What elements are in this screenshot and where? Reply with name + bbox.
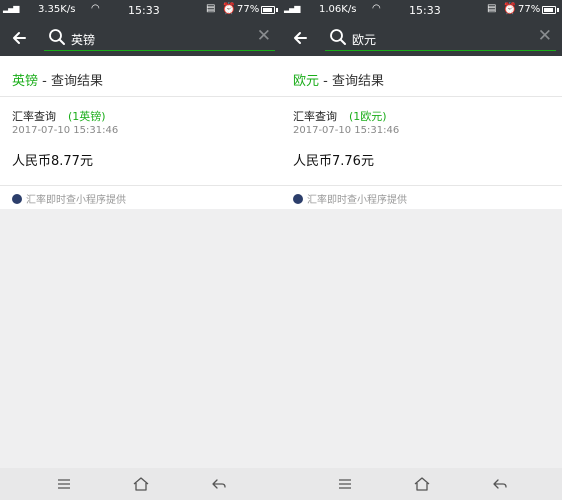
battery-icon xyxy=(542,6,556,14)
provider-text: 汇率即时查小程序提供 xyxy=(307,195,407,206)
notification-icon: ▤ xyxy=(487,3,497,14)
close-icon[interactable]: ✕ xyxy=(538,27,552,45)
notification-icon: ▤ xyxy=(206,3,216,14)
navigation-bar xyxy=(281,468,562,500)
back-button[interactable] xyxy=(6,25,32,51)
divider xyxy=(281,96,562,97)
menu-icon[interactable] xyxy=(54,474,74,494)
divider xyxy=(0,185,281,186)
card-tag: (1欧元) xyxy=(349,110,387,123)
provider-attribution[interactable]: 汇率即时查小程序提供 xyxy=(293,191,407,206)
search-input[interactable]: 英镑 ✕ xyxy=(44,24,275,51)
card-title: 汇率查询 xyxy=(293,110,337,123)
search-header: 英镑 ✕ xyxy=(0,20,281,56)
provider-logo-icon xyxy=(293,194,303,204)
home-icon[interactable] xyxy=(131,474,151,494)
screens-container: ▂▄▆ 3.35K/s ◠ 15:33 ▤ ⏰ 77% 英镑 ✕ 英镑 - 查询… xyxy=(0,0,562,500)
result-keyword: 英镑 xyxy=(12,74,39,89)
rate-value: 人民币7.76元 xyxy=(293,154,374,169)
back-icon[interactable] xyxy=(209,474,229,494)
result-title-suffix: - 查询结果 xyxy=(319,74,384,89)
rate-card-header[interactable]: 汇率查询 (1欧元) xyxy=(293,108,387,124)
back-icon[interactable] xyxy=(490,474,510,494)
phone-screen-left: ▂▄▆ 3.35K/s ◠ 15:33 ▤ ⏰ 77% 英镑 ✕ 英镑 - 查询… xyxy=(0,0,281,500)
alarm-icon: ⏰ xyxy=(503,2,517,15)
battery-percent: 77% xyxy=(518,4,541,15)
search-input[interactable]: 欧元 ✕ xyxy=(325,24,556,51)
divider xyxy=(281,185,562,186)
signal-icon: ▂▄▆ xyxy=(3,4,20,13)
divider xyxy=(0,96,281,97)
rate-value: 人民币8.77元 xyxy=(12,154,93,169)
result-panel: 欧元 - 查询结果 汇率查询 (1欧元) 2017-07-10 15:31:46 … xyxy=(281,56,562,209)
navigation-bar xyxy=(0,468,281,500)
battery-icon xyxy=(261,6,275,14)
signal-icon: ▂▄▆ xyxy=(284,4,301,13)
alarm-icon: ⏰ xyxy=(222,2,236,15)
card-title: 汇率查询 xyxy=(12,110,56,123)
search-query: 欧元 xyxy=(352,33,377,47)
result-keyword: 欧元 xyxy=(293,74,320,89)
result-title-suffix: - 查询结果 xyxy=(38,74,103,89)
search-header: 欧元 ✕ xyxy=(281,20,562,56)
card-timestamp: 2017-07-10 15:31:46 xyxy=(12,125,119,136)
status-time: 15:33 xyxy=(409,4,441,17)
wifi-icon: ◠ xyxy=(91,3,100,14)
rate-card-header[interactable]: 汇率查询 (1英镑) xyxy=(12,108,106,124)
wifi-icon: ◠ xyxy=(372,3,381,14)
status-bar: ▂▄▆ 3.35K/s ◠ 15:33 ▤ ⏰ 77% xyxy=(0,0,281,20)
search-query: 英镑 xyxy=(71,33,96,47)
card-timestamp: 2017-07-10 15:31:46 xyxy=(293,125,400,136)
search-icon xyxy=(330,29,346,45)
menu-icon[interactable] xyxy=(335,474,355,494)
home-icon[interactable] xyxy=(412,474,432,494)
battery-percent: 77% xyxy=(237,4,260,15)
provider-attribution[interactable]: 汇率即时查小程序提供 xyxy=(12,191,126,206)
close-icon[interactable]: ✕ xyxy=(257,27,271,45)
status-bar: ▂▄▆ 1.06K/s ◠ 15:33 ▤ ⏰ 77% xyxy=(281,0,562,20)
status-time: 15:33 xyxy=(128,4,160,17)
arrow-left-icon xyxy=(13,32,26,44)
result-panel: 英镑 - 查询结果 汇率查询 (1英镑) 2017-07-10 15:31:46 … xyxy=(0,56,281,209)
provider-text: 汇率即时查小程序提供 xyxy=(26,195,126,206)
provider-logo-icon xyxy=(12,194,22,204)
card-tag: (1英镑) xyxy=(68,110,106,123)
result-title: 英镑 - 查询结果 xyxy=(12,70,103,89)
arrow-left-icon xyxy=(294,32,307,44)
result-title: 欧元 - 查询结果 xyxy=(293,70,384,89)
phone-screen-right: ▂▄▆ 1.06K/s ◠ 15:33 ▤ ⏰ 77% 欧元 ✕ 欧元 - 查询… xyxy=(281,0,562,500)
search-icon xyxy=(49,29,65,45)
network-speed: 1.06K/s xyxy=(319,4,357,15)
back-button[interactable] xyxy=(287,25,313,51)
network-speed: 3.35K/s xyxy=(38,4,76,15)
